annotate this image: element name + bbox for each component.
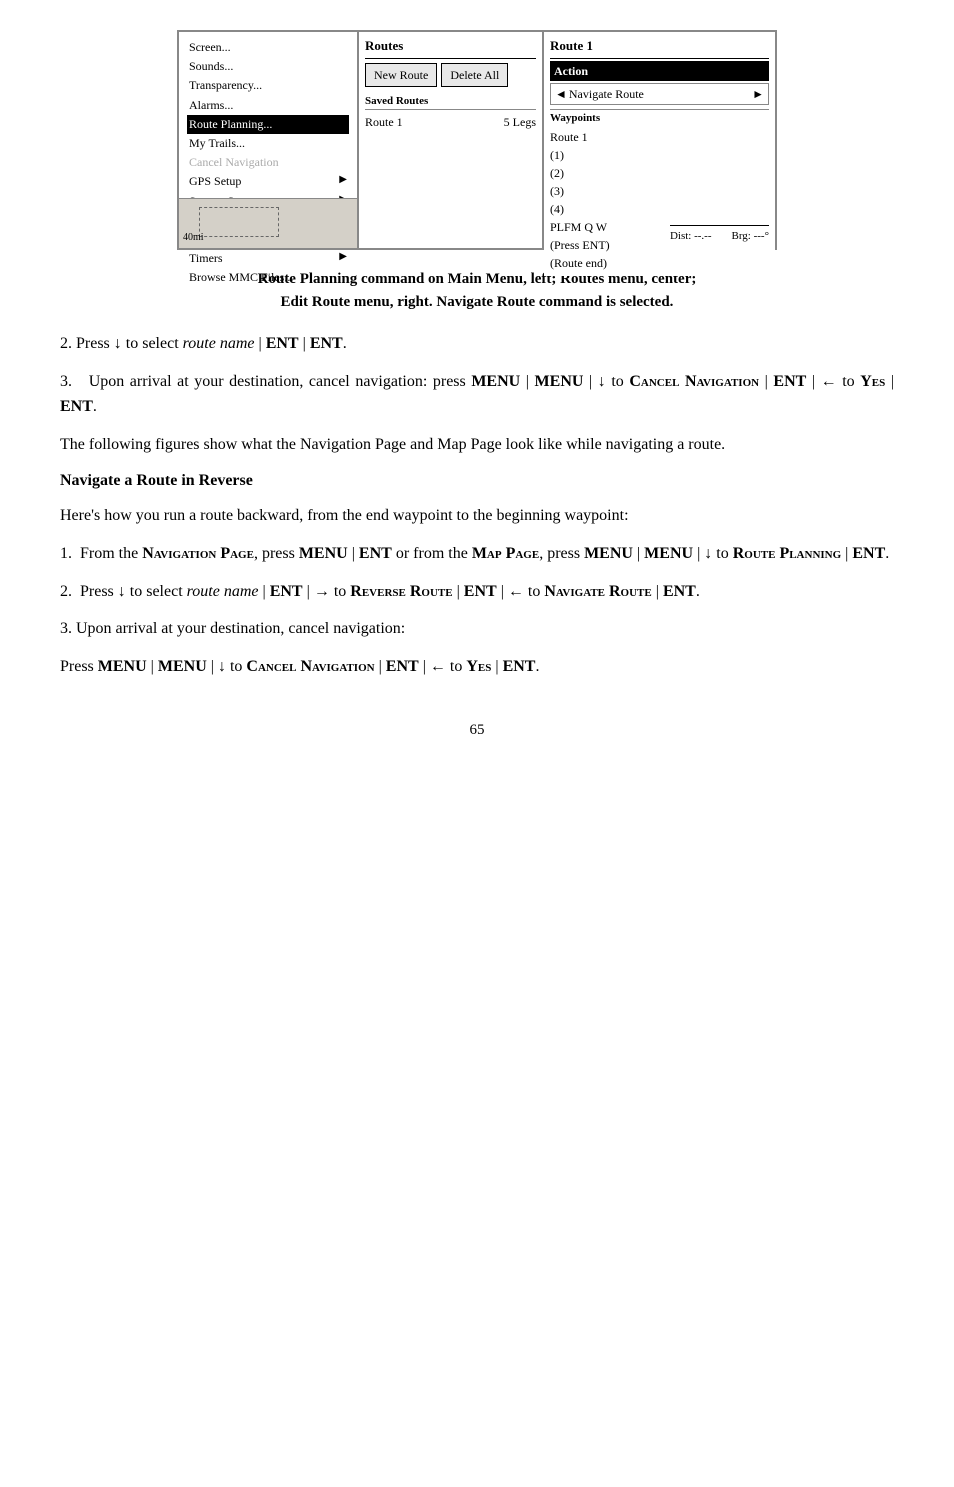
dist-bar: Dist: --.-- Brg: ---° [670,225,769,245]
reverse-route-sc-1: Reverse Route [350,583,452,600]
paragraph-2: 3. Upon arrival at your destination, can… [60,369,894,420]
route-name-italic-2: route name [187,583,259,600]
ent-bold-3: ENT [773,373,806,390]
map-dashed-box [199,207,279,237]
panel-center: Routes New Route Delete All Saved Routes… [359,32,544,248]
paragraph-8: Press MENU | MENU | ↓ to Cancel Navigati… [60,654,894,680]
menu-bold-4: MENU [584,545,633,562]
waypoints-section: Waypoints [550,109,769,127]
route1-title: Route 1 [550,36,769,59]
cancel-nav-sc-1: Cancel Navigation [629,373,759,390]
caption-line2: Edit Route menu, right. Navigate Route c… [281,294,674,310]
route-name-italic-1: route name [183,335,255,352]
menu-item-my-trails[interactable]: My Trails... [187,134,349,153]
routes-title: Routes [365,36,536,59]
navigate-route-label: Navigate Route [569,85,644,103]
menu-bold-2: MENU [535,373,584,390]
menu-item-transparency[interactable]: Transparency... [187,76,349,95]
device-screenshot: Screen... Sounds... Transparency... Alar… [177,30,777,250]
navigate-route-row[interactable]: ◄ Navigate Route ► [550,83,769,105]
map-thumbnail: 40mi [179,198,357,248]
cancel-nav-sc-2: Cancel Navigation [246,658,374,675]
ent-bold-4: ENT [60,398,93,415]
waypoint-route-end: (Route end) [550,254,769,272]
saved-routes-label: Saved Routes [365,93,536,111]
panel-left: Screen... Sounds... Transparency... Alar… [179,32,359,248]
route-planning-sc-1: Route Planning [733,545,841,562]
panel-right: Route 1 Action ◄ Navigate Route ► Waypoi… [544,32,775,276]
panel-right-wrapper: Route 1 Action ◄ Navigate Route ► Waypoi… [544,32,775,248]
route-name-1: Route 1 [365,113,403,131]
paragraph-1: 2. Press ↓ to select route name | ENT | … [60,331,894,357]
page-number-text: 65 [470,722,485,738]
menu-item-alarms[interactable]: Alarms... [187,96,349,115]
paragraph-7: 3. Upon arrival at your destination, can… [60,616,894,642]
screenshot-area: Screen... Sounds... Transparency... Alar… [60,30,894,250]
waypoint-3: (3) [550,182,769,200]
paragraph-4: Here's how you run a route backward, fro… [60,503,894,529]
menu-item-screen[interactable]: Screen... [187,38,349,57]
ent-bold-5: ENT [359,545,392,562]
routes-button-row: New Route Delete All [365,63,536,87]
paragraph-6: 2. Press ↓ to select route name | ENT | … [60,579,894,605]
menu-item-sounds[interactable]: Sounds... [187,57,349,76]
menu-bold-5: MENU [644,545,693,562]
dist-label: Dist: --.-- [670,228,712,245]
menu-bold-1: MENU [471,373,520,390]
section-heading-navigate-reverse: Navigate a Route in Reverse [60,469,894,493]
menu-item-gps-setup[interactable]: GPS Setup [187,172,349,191]
menu-item-route-planning[interactable]: Route Planning... [187,115,349,134]
navigate-arrow-left-icon: ◄ [555,85,567,103]
ent-bold-1: ENT [266,335,299,352]
ent-bold-8: ENT [464,583,497,600]
waypoints-label: Waypoints [550,110,769,127]
waypoint-2: (2) [550,164,769,182]
ent-bold-6: ENT [852,545,885,562]
delete-all-button[interactable]: Delete All [441,63,508,87]
menu-bold-7: MENU [158,658,207,675]
new-route-button[interactable]: New Route [365,63,437,87]
menu-item-timers[interactable]: Timers [187,249,349,268]
waypoint-4: (4) [550,200,769,218]
menu-bold-6: MENU [98,658,147,675]
paragraph-5: 1. From the Navigation Page, press MENU … [60,541,894,567]
waypoint-1: (1) [550,146,769,164]
map-label: 40mi [183,230,204,246]
nav-page-sc-1: Navigation Page [142,545,254,562]
menu-bold-3: MENU [299,545,348,562]
brg-label: Brg: ---° [732,228,770,245]
map-page-sc-1: Map Page [472,545,539,562]
ent-bold-11: ENT [503,658,536,675]
ent-bold-7: ENT [270,583,303,600]
navigate-arrow-right-icon: ► [752,85,764,103]
route-legs-1: 5 Legs [504,113,536,131]
menu-item-cancel-navigation: Cancel Navigation [187,153,349,172]
route-row-1[interactable]: Route 1 5 Legs [365,112,536,132]
page-number: 65 [60,719,894,742]
navigate-route-sc-1: Navigate Route [544,583,651,600]
right-content: Route 1 (1) (2) (3) (4) PLFM Q W (Press … [550,128,769,272]
yes-sc-1: Yes [860,373,885,390]
paragraph-3: The following figures show what the Navi… [60,432,894,458]
ent-bold-10: ENT [386,658,419,675]
ent-bold-9: ENT [663,583,696,600]
action-bar: Action [550,61,769,81]
waypoint-route-name: Route 1 [550,128,769,146]
yes-sc-2: Yes [466,658,491,675]
menu-item-browse-mmc[interactable]: Browse MMC Files... [187,268,349,287]
ent-bold-2: ENT [310,335,343,352]
